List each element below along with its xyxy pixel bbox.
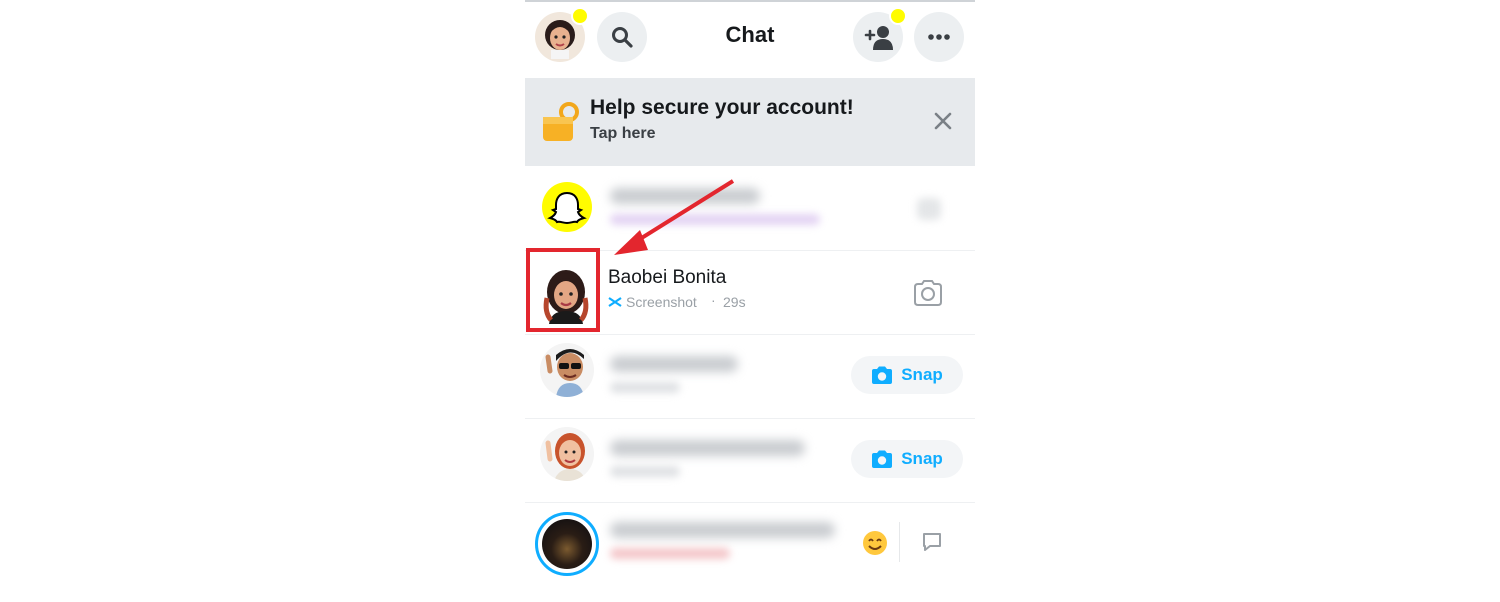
- annotation-arrow-icon: [614, 179, 735, 255]
